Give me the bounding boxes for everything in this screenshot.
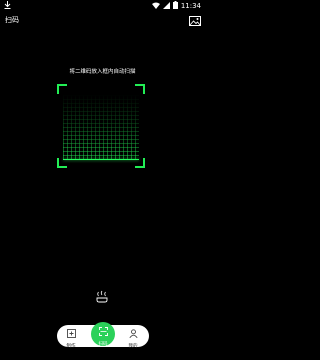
battery-icon — [172, 1, 178, 11]
frame-corner-top-left — [57, 84, 67, 94]
app-bar: 扫码 — [0, 12, 205, 28]
scan-grid — [63, 94, 139, 160]
nav-item-create[interactable]: 制作 — [59, 323, 83, 349]
signal-icon — [162, 1, 170, 11]
nav-label-create: 制作 — [66, 344, 76, 349]
bottom-nav: 制作 扫码 我的 — [57, 321, 149, 349]
profile-icon — [128, 323, 138, 342]
flashlight-icon[interactable] — [95, 288, 109, 303]
download-icon — [4, 1, 11, 11]
wifi-icon — [151, 2, 160, 11]
status-left — [4, 1, 11, 11]
frame-corner-top-right — [135, 84, 145, 94]
nav-label-scan: 扫码 — [98, 342, 108, 347]
image-icon[interactable] — [189, 11, 201, 30]
create-icon — [66, 323, 76, 342]
nav-item-profile[interactable]: 我的 — [121, 323, 145, 349]
scan-hint: 将二维码放入框内自动扫描 — [69, 69, 136, 75]
nav-label-profile: 我的 — [128, 344, 138, 349]
nav-item-scan[interactable]: 扫码 — [91, 321, 115, 347]
status-time: 11:34 — [180, 2, 201, 10]
scan-frame — [57, 84, 145, 168]
scan-line — [63, 159, 139, 160]
status-bar: 11:34 — [0, 0, 205, 12]
status-right: 11:34 — [151, 1, 201, 11]
page-title: 扫码 — [5, 16, 19, 24]
scan-icon — [98, 321, 108, 340]
